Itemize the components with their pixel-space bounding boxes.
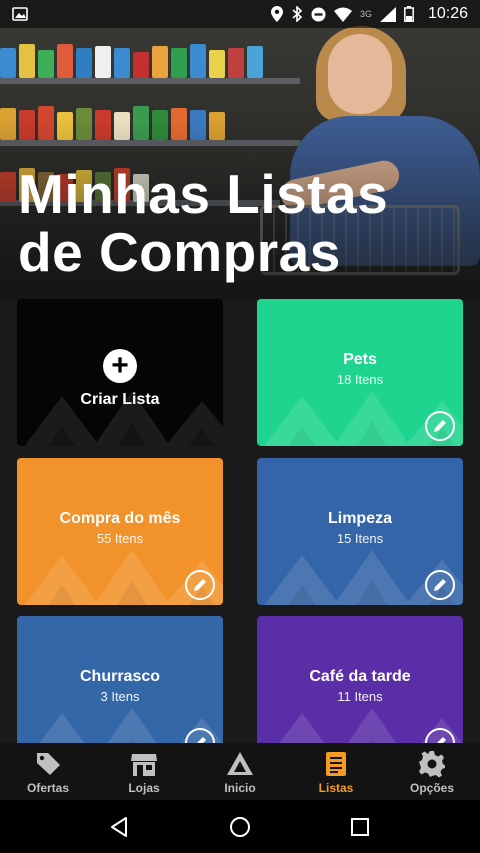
list-item-count: 15 Itens <box>336 531 384 546</box>
wifi-icon <box>333 7 352 22</box>
list-card-pets[interactable]: Pets 18 Itens <box>257 299 463 446</box>
network-type: 3G <box>359 9 372 19</box>
lists-grid: + Criar Lista Pets 18 Itens Compra do mê… <box>0 299 480 743</box>
bluetooth-icon <box>292 6 303 22</box>
status-bar: 3G 10:26 <box>0 0 480 28</box>
home-icon[interactable] <box>228 815 252 839</box>
plus-icon: + <box>103 349 137 383</box>
create-list-card[interactable]: + Criar Lista <box>17 299 223 446</box>
nav-label: Opções <box>409 780 454 795</box>
page-title-line2: de Compras <box>18 221 341 283</box>
list-item-count: 55 Itens <box>96 531 144 546</box>
nav-label: Inicio <box>224 780 256 795</box>
list-item-count: 18 Itens <box>336 372 384 387</box>
list-card-churrasco[interactable]: Churrasco 3 Itens <box>17 616 223 743</box>
nav-lojas[interactable]: Lojas <box>96 743 192 800</box>
clock: 10:26 <box>427 5 468 22</box>
store-icon <box>131 753 157 776</box>
list-card-limpeza[interactable]: Limpeza 15 Itens <box>257 458 463 605</box>
list-card-compra-do-mes[interactable]: Compra do mês 55 Itens <box>17 458 223 605</box>
nav-listas[interactable]: Listas <box>288 743 384 800</box>
list-name: Café da tarde <box>309 668 411 685</box>
nav-label: Lojas <box>128 780 160 795</box>
list-icon <box>326 751 346 776</box>
nav-label: Ofertas <box>26 780 70 795</box>
list-name: Churrasco <box>79 668 161 685</box>
list-card-cafe-da-tarde[interactable]: Café da tarde 11 Itens <box>257 616 463 743</box>
edit-icon[interactable] <box>185 570 215 600</box>
image-icon <box>12 7 28 21</box>
home-triangle-icon <box>227 751 253 775</box>
recents-icon[interactable] <box>348 815 372 839</box>
tag-icon <box>37 752 60 775</box>
location-icon <box>270 6 283 22</box>
battery-icon <box>404 6 414 22</box>
page-title: Minhas Listas de Compras <box>18 165 388 281</box>
nav-label: Listas <box>318 780 354 795</box>
do-not-disturb-icon <box>311 7 326 21</box>
page-title-line1: Minhas Listas <box>18 163 389 225</box>
nav-ofertas[interactable]: Ofertas <box>0 743 96 800</box>
create-list-label: Criar Lista <box>80 391 160 408</box>
list-name: Pets <box>343 351 377 368</box>
bottom-navigation: Ofertas Lojas Inicio Listas Opções <box>0 743 480 800</box>
back-icon[interactable] <box>108 815 132 839</box>
list-item-count: 3 Itens <box>100 689 140 704</box>
edit-icon[interactable] <box>425 570 455 600</box>
list-item-count: 11 Itens <box>337 689 383 704</box>
system-navigation-bar <box>0 800 480 853</box>
list-name: Limpeza <box>327 510 392 527</box>
signal-icon <box>379 6 396 22</box>
triangle-pattern <box>24 391 223 446</box>
nav-inicio[interactable]: Inicio <box>192 743 288 800</box>
edit-icon[interactable] <box>425 411 455 441</box>
gear-icon <box>419 750 445 777</box>
list-name: Compra do mês <box>59 510 181 527</box>
nav-opcoes[interactable]: Opções <box>384 743 480 800</box>
